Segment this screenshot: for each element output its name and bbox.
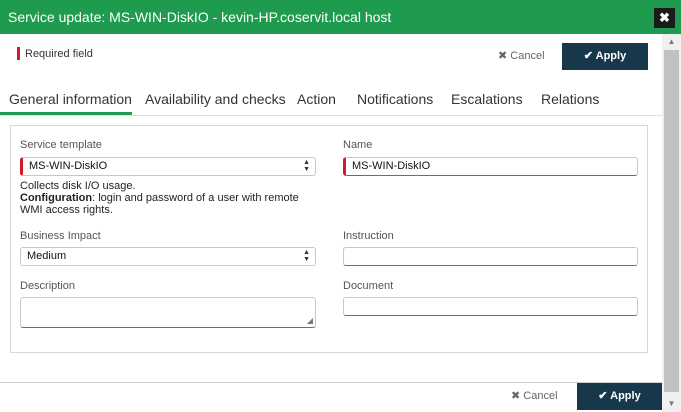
tab-general-information[interactable]: General information [9,91,132,107]
select-arrows-icon: ▲ ▼ [303,159,310,173]
tab-notifications[interactable]: Notifications [357,91,433,107]
tab-escalations[interactable]: Escalations [451,91,523,107]
resize-grip-icon[interactable]: ◢ [307,316,313,325]
service-template-label: Service template [20,139,102,151]
help-line-1: Collects disk I/O usage. [20,180,136,192]
scroll-down-icon[interactable]: ▼ [662,396,681,412]
document-label: Document [343,280,394,292]
business-impact-label: Business Impact [20,230,101,242]
help-config-bold: Configuration [20,192,93,204]
help-line-3: WMI access rights. [20,204,113,216]
tab-availability-and-checks[interactable]: Availability and checks [145,91,286,107]
scroll-thumb[interactable] [664,50,679,392]
dialog-footer [0,382,662,412]
select-arrows-icon: ▲ ▼ [303,249,310,263]
dialog-title: Service update: MS-WIN-DiskIO - kevin-HP… [8,9,392,25]
cancel-button-top[interactable]: ✖ Cancel [498,49,545,62]
tab-relations[interactable]: Relations [541,91,599,107]
close-icon[interactable]: ✖ [654,8,675,28]
service-template-value: MS-WIN-DiskIO [29,160,108,172]
required-field-label: Required field [25,48,93,60]
cancel-button-bottom[interactable]: ✖ Cancel [511,389,558,402]
description-label: Description [20,280,76,292]
tab-bar: General information Availability and che… [0,84,662,116]
apply-button-top[interactable]: ✔ Apply [562,43,648,70]
document-input[interactable] [343,297,638,316]
active-tab-indicator [0,112,132,115]
required-indicator [17,47,20,60]
instruction-label: Instruction [343,230,394,242]
template-help-text: Collects disk I/O usage. Configuration: … [20,180,320,216]
name-value: MS-WIN-DiskIO [352,160,431,172]
business-impact-value: Medium [27,250,67,262]
name-label: Name [343,139,373,151]
scroll-up-icon[interactable]: ▲ [662,34,681,50]
dialog-titlebar: Service update: MS-WIN-DiskIO - kevin-HP… [0,0,681,34]
help-line-2: Configuration: login and password of a u… [20,192,320,204]
help-config-rest: : login and password of a user with remo… [92,192,299,204]
name-input[interactable]: MS-WIN-DiskIO [343,157,638,176]
service-template-select[interactable]: MS-WIN-DiskIO ▲ ▼ [20,157,316,176]
vertical-scrollbar[interactable]: ▲ ▼ [662,34,681,412]
business-impact-select[interactable]: Medium ▲ ▼ [20,247,316,266]
apply-button-bottom[interactable]: ✔ Apply [577,383,662,410]
tab-action[interactable]: Action [297,91,336,107]
description-textarea[interactable]: ◢ [20,297,316,328]
instruction-input[interactable] [343,247,638,266]
